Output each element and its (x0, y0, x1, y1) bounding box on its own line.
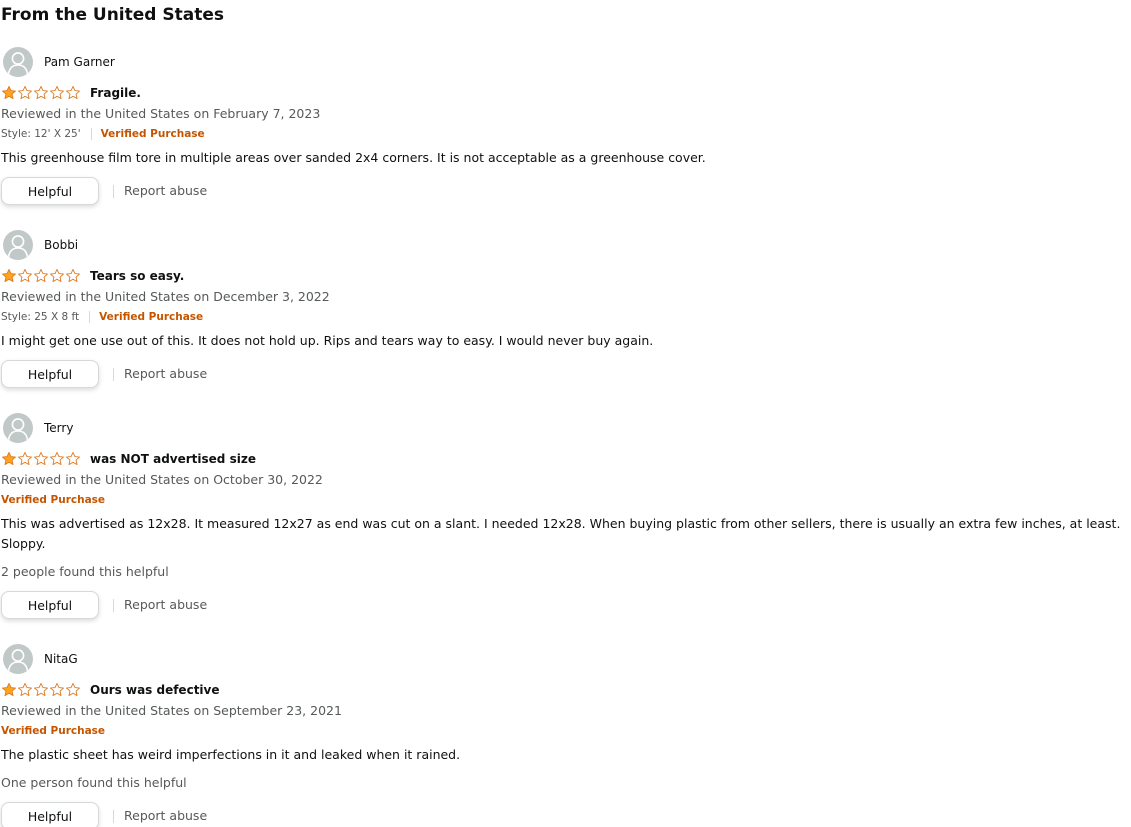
rating-row: Tears so easy. (1, 267, 184, 285)
report-abuse-link[interactable]: Report abuse (124, 808, 207, 824)
star-rating[interactable] (1, 268, 81, 284)
avatar-icon (3, 413, 33, 443)
review-title[interactable]: Tears so easy. (90, 268, 184, 284)
review-date: Reviewed in the United States on Septemb… (1, 703, 342, 718)
action-divider (113, 184, 114, 198)
review-title[interactable]: Ours was defective (90, 682, 220, 698)
review-meta: Style: 12' X 25' Verified Purchase (1, 127, 205, 141)
star-rating[interactable] (1, 85, 81, 101)
meta-divider (90, 128, 92, 140)
rating-row: Ours was defective (1, 681, 220, 699)
star-empty-icon (50, 85, 64, 100)
star-empty-icon (18, 682, 32, 697)
avatar-icon (3, 644, 33, 674)
star-empty-icon (66, 451, 80, 466)
review-card: NitaG Ours was defective Reviewed in the… (1, 644, 1129, 827)
avatar-icon (3, 230, 33, 260)
helpful-count: 2 people found this helpful (1, 564, 169, 579)
review-card: Pam Garner Fragile. Reviewed in the Unit… (1, 47, 1129, 217)
star-empty-icon (34, 682, 48, 697)
report-abuse-link[interactable]: Report abuse (124, 366, 207, 382)
star-filled-icon (2, 85, 16, 100)
helpful-button[interactable]: Helpful (1, 177, 99, 205)
action-divider (113, 598, 114, 612)
verified-purchase-badge: Verified Purchase (100, 128, 205, 140)
review-date: Reviewed in the United States on Decembe… (1, 289, 330, 304)
verified-purchase-badge: Verified Purchase (1, 494, 106, 506)
review-actions: Helpful Report abuse (1, 359, 207, 389)
star-empty-icon (50, 268, 64, 283)
reviewer-name: Pam Garner (44, 55, 115, 69)
star-empty-icon (66, 682, 80, 697)
report-abuse-link[interactable]: Report abuse (124, 597, 207, 613)
star-empty-icon (34, 451, 48, 466)
helpful-count: One person found this helpful (1, 775, 187, 790)
review-actions: Helpful Report abuse (1, 801, 207, 827)
rating-row: Fragile. (1, 84, 141, 102)
star-empty-icon (34, 268, 48, 283)
rating-row: was NOT advertised size (1, 450, 256, 468)
star-empty-icon (34, 85, 48, 100)
star-empty-icon (18, 85, 32, 100)
review-body: The plastic sheet has weird imperfection… (1, 747, 461, 762)
review-actions: Helpful Report abuse (1, 590, 207, 620)
avatar-icon (3, 47, 33, 77)
review-body: This was advertised as 12x28. It measure… (1, 516, 1121, 551)
star-empty-icon (18, 451, 32, 466)
star-empty-icon (50, 682, 64, 697)
helpful-button[interactable]: Helpful (1, 591, 99, 619)
review-body: This greenhouse film tore in multiple ar… (1, 150, 706, 165)
section-title: From the United States (1, 5, 224, 25)
review-date: Reviewed in the United States on October… (1, 472, 323, 487)
action-divider (113, 367, 114, 381)
review-card: Bobbi Tears so easy. Reviewed in the Uni… (1, 230, 1129, 400)
review-card: Terry was NOT advertised size Reviewed i… (1, 413, 1129, 631)
review-title[interactable]: was NOT advertised size (90, 451, 256, 467)
review-date: Reviewed in the United States on Februar… (1, 106, 321, 121)
reviewer-profile[interactable]: NitaG (3, 644, 78, 674)
star-rating[interactable] (1, 451, 81, 467)
reviewer-name: NitaG (44, 652, 78, 666)
action-divider (113, 809, 114, 823)
reviewer-profile[interactable]: Pam Garner (3, 47, 115, 77)
reviewer-name: Terry (44, 421, 74, 435)
star-filled-icon (2, 268, 16, 283)
star-empty-icon (66, 268, 80, 283)
star-empty-icon (18, 268, 32, 283)
reviews-page: From the United States Pam Garner Fragil… (0, 0, 1131, 827)
style-link[interactable]: Style: 12' X 25' (1, 127, 81, 141)
verified-purchase-badge: Verified Purchase (99, 311, 204, 323)
helpful-button[interactable]: Helpful (1, 802, 99, 827)
review-meta: Verified Purchase (1, 493, 105, 507)
reviewer-profile[interactable]: Terry (3, 413, 73, 443)
review-body: I might get one use out of this. It does… (1, 333, 654, 348)
helpful-button[interactable]: Helpful (1, 360, 99, 388)
review-meta: Style: 25 X 8 ft Verified Purchase (1, 310, 203, 324)
report-abuse-link[interactable]: Report abuse (124, 183, 207, 199)
reviewer-profile[interactable]: Bobbi (3, 230, 78, 260)
star-rating[interactable] (1, 682, 81, 698)
style-link[interactable]: Style: 25 X 8 ft (1, 310, 79, 324)
review-title[interactable]: Fragile. (90, 85, 141, 101)
verified-purchase-badge: Verified Purchase (1, 725, 106, 737)
star-filled-icon (2, 451, 16, 466)
review-meta: Verified Purchase (1, 724, 105, 738)
reviewer-name: Bobbi (44, 238, 79, 252)
star-empty-icon (50, 451, 64, 466)
meta-divider (89, 311, 91, 323)
review-actions: Helpful Report abuse (1, 176, 207, 206)
star-filled-icon (2, 682, 16, 697)
star-empty-icon (66, 85, 80, 100)
